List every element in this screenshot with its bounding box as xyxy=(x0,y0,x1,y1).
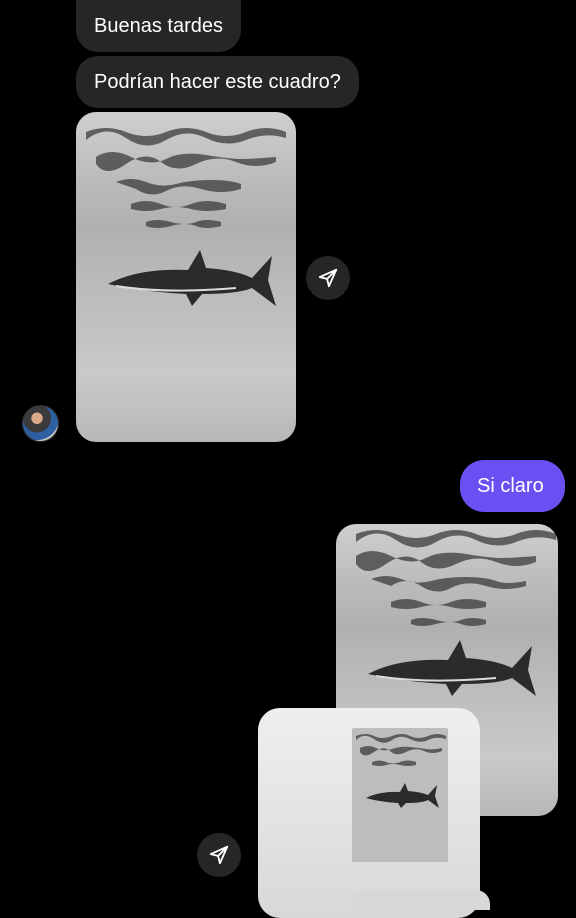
shark-photo-art xyxy=(86,128,286,306)
share-button[interactable] xyxy=(197,833,241,877)
message-text: Si claro xyxy=(477,475,544,497)
contact-avatar[interactable] xyxy=(22,405,59,442)
mockup-card-edge xyxy=(350,890,490,910)
shared-photo-incoming[interactable] xyxy=(76,112,296,442)
message-text: Buenas tardes xyxy=(94,15,223,37)
paper-plane-icon xyxy=(209,845,229,865)
message-bubble-incoming[interactable]: Buenas tardes xyxy=(76,0,241,52)
message-text: Podrían hacer este cuadro? xyxy=(94,71,341,93)
message-bubble-outgoing[interactable]: Si claro xyxy=(460,460,565,512)
paper-plane-icon xyxy=(318,268,338,288)
share-button[interactable] xyxy=(306,256,350,300)
canvas-print-preview xyxy=(352,728,448,862)
message-bubble-incoming[interactable]: Podrían hacer este cuadro? xyxy=(76,56,359,108)
shark-photo-art xyxy=(352,728,448,862)
